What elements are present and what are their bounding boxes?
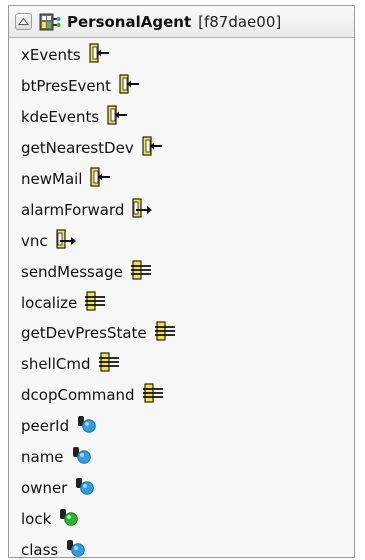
member-label: shellCmd — [21, 355, 91, 374]
method-port-icon — [130, 260, 152, 284]
member-label: sendMessage — [21, 262, 123, 281]
agent-id: [f87dae00] — [198, 12, 282, 31]
event-inbound-icon — [118, 74, 140, 98]
member-label: vnc — [21, 231, 48, 250]
member-row-dcopCommand[interactable]: dcopCommand — [9, 380, 354, 411]
member-row-alarmForward[interactable]: alarmForward — [9, 194, 354, 225]
member-row-class[interactable]: class — [9, 534, 354, 558]
member-row-xEvents[interactable]: xEvents — [9, 40, 354, 71]
event-inbound-icon — [88, 43, 110, 67]
member-label: owner — [21, 478, 68, 497]
member-row-shellCmd[interactable]: shellCmd — [9, 349, 354, 380]
member-label: kdeEvents — [21, 108, 100, 127]
member-row-name[interactable]: name — [9, 442, 354, 473]
member-row-getDevPresState[interactable]: getDevPresState — [9, 318, 354, 349]
member-label: localize — [21, 293, 78, 312]
method-port-icon — [98, 352, 120, 376]
member-row-owner[interactable]: owner — [9, 472, 354, 503]
event-outbound-icon — [131, 198, 153, 222]
member-label: newMail — [21, 170, 83, 188]
member-row-peerId[interactable]: peerId — [9, 411, 354, 442]
method-port-icon — [142, 383, 164, 407]
member-label: class — [21, 540, 59, 558]
triangle-up-icon — [18, 17, 29, 25]
member-row-newMail[interactable]: newMail — [9, 164, 354, 195]
member-label: name — [21, 448, 64, 467]
event-inbound-icon — [89, 167, 111, 191]
agent-panel: PersonalAgent [f87dae00] xEvents btPresEv… — [8, 5, 355, 558]
member-row-getNearestDev[interactable]: getNearestDev — [9, 133, 354, 164]
member-row-sendMessage[interactable]: sendMessage — [9, 256, 354, 287]
attribute-blue-icon — [71, 445, 93, 469]
member-row-vnc[interactable]: vnc — [9, 225, 354, 256]
attribute-blue-icon — [65, 538, 87, 557]
member-row-kdeEvents[interactable]: kdeEvents — [9, 102, 354, 133]
member-list: xEvents btPresEvent kdeEvents getNearestDev… — [9, 38, 354, 558]
member-row-localize[interactable]: localize — [9, 287, 354, 318]
member-label: alarmForward — [21, 200, 125, 219]
agent-name: PersonalAgent — [67, 12, 192, 31]
attribute-green-icon — [58, 507, 80, 531]
member-label: peerId — [21, 417, 70, 436]
member-label: getNearestDev — [21, 139, 134, 158]
member-label: dcopCommand — [21, 386, 135, 405]
event-inbound-icon — [141, 136, 163, 160]
member-label: btPresEvent — [21, 77, 112, 96]
member-label: getDevPresState — [21, 324, 147, 343]
attribute-blue-icon — [76, 414, 98, 438]
member-label: lock — [21, 509, 52, 528]
agent-component-icon — [39, 13, 61, 30]
event-outbound-icon — [55, 229, 77, 253]
method-port-icon — [84, 290, 106, 315]
member-label: xEvents — [21, 46, 81, 65]
member-row-btPresEvent[interactable]: btPresEvent — [9, 71, 354, 102]
collapse-button[interactable] — [15, 13, 32, 30]
event-inbound-icon — [106, 105, 128, 129]
attribute-blue-icon — [74, 476, 96, 500]
agent-header: PersonalAgent [f87dae00] — [9, 6, 354, 38]
member-row-lock[interactable]: lock — [9, 503, 354, 534]
method-port-icon — [154, 321, 176, 345]
